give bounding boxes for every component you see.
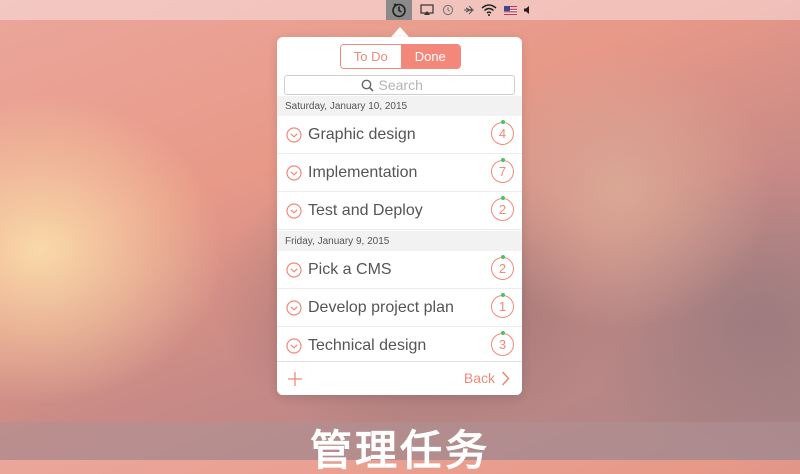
checkmark-circle-icon[interactable] — [286, 165, 302, 181]
tab-todo[interactable]: To Do — [341, 45, 401, 68]
menu-bar — [0, 0, 800, 20]
date-header: Saturday, January 10, 2015 — [277, 96, 522, 116]
task-row[interactable]: Test and Deploy 2 — [277, 192, 522, 230]
task-title: Graphic design — [308, 126, 416, 143]
add-task-button[interactable] — [287, 371, 303, 387]
task-title: Test and Deploy — [308, 202, 423, 219]
bluetooth-icon[interactable] — [462, 0, 476, 20]
status-dot — [501, 196, 505, 200]
airplay-icon[interactable] — [419, 0, 435, 20]
back-button-label: Back — [463, 370, 495, 386]
status-dot — [501, 120, 505, 124]
status-dot — [501, 158, 505, 162]
checkmark-circle-icon[interactable] — [286, 127, 302, 143]
todo-done-segmented-control: To Do Done — [340, 44, 461, 69]
status-dot — [501, 293, 505, 297]
popover-arrow — [391, 27, 409, 37]
search-input[interactable] — [378, 77, 439, 93]
us-flag-icon[interactable] — [503, 0, 517, 20]
task-title: Technical design — [308, 337, 427, 354]
status-dot — [501, 255, 505, 259]
timer-app-icon[interactable] — [386, 0, 412, 20]
search-icon — [361, 79, 374, 92]
task-row[interactable]: Technical design 3 — [277, 327, 522, 365]
date-header: Friday, January 9, 2015 — [277, 231, 522, 251]
tasks-popover: To Do Done Saturday, January 10, 2015 Gr… — [277, 37, 522, 395]
popover-footer: Back — [277, 361, 522, 395]
checkmark-circle-icon[interactable] — [286, 338, 302, 354]
task-count-badge: 4 — [491, 122, 514, 145]
task-row[interactable]: Graphic design 4 — [277, 116, 522, 154]
checkmark-circle-icon[interactable] — [286, 300, 302, 316]
task-row[interactable]: Implementation 7 — [277, 154, 522, 192]
task-count-badge: 3 — [491, 333, 514, 356]
promo-caption: 管理任务 — [309, 427, 490, 474]
task-count-badge: 2 — [491, 257, 514, 280]
task-title: Implementation — [308, 164, 418, 181]
chevron-right-icon — [501, 370, 510, 386]
checkmark-circle-icon[interactable] — [286, 262, 302, 278]
task-count-badge: 7 — [491, 160, 514, 183]
back-button[interactable]: Back — [464, 370, 510, 386]
task-title: Pick a CMS — [308, 261, 392, 278]
search-field[interactable] — [284, 75, 515, 95]
checkmark-circle-icon[interactable] — [286, 203, 302, 219]
tab-done[interactable]: Done — [400, 45, 460, 68]
task-row[interactable]: Develop project plan 1 — [277, 289, 522, 327]
volume-icon[interactable] — [521, 0, 533, 20]
task-row[interactable]: Pick a CMS 2 — [277, 251, 522, 289]
time-machine-icon[interactable] — [441, 0, 455, 20]
task-count-badge: 1 — [491, 295, 514, 318]
task-title: Develop project plan — [308, 299, 454, 316]
status-dot — [501, 331, 505, 335]
task-count-badge: 2 — [491, 198, 514, 221]
wifi-icon[interactable] — [480, 0, 498, 20]
